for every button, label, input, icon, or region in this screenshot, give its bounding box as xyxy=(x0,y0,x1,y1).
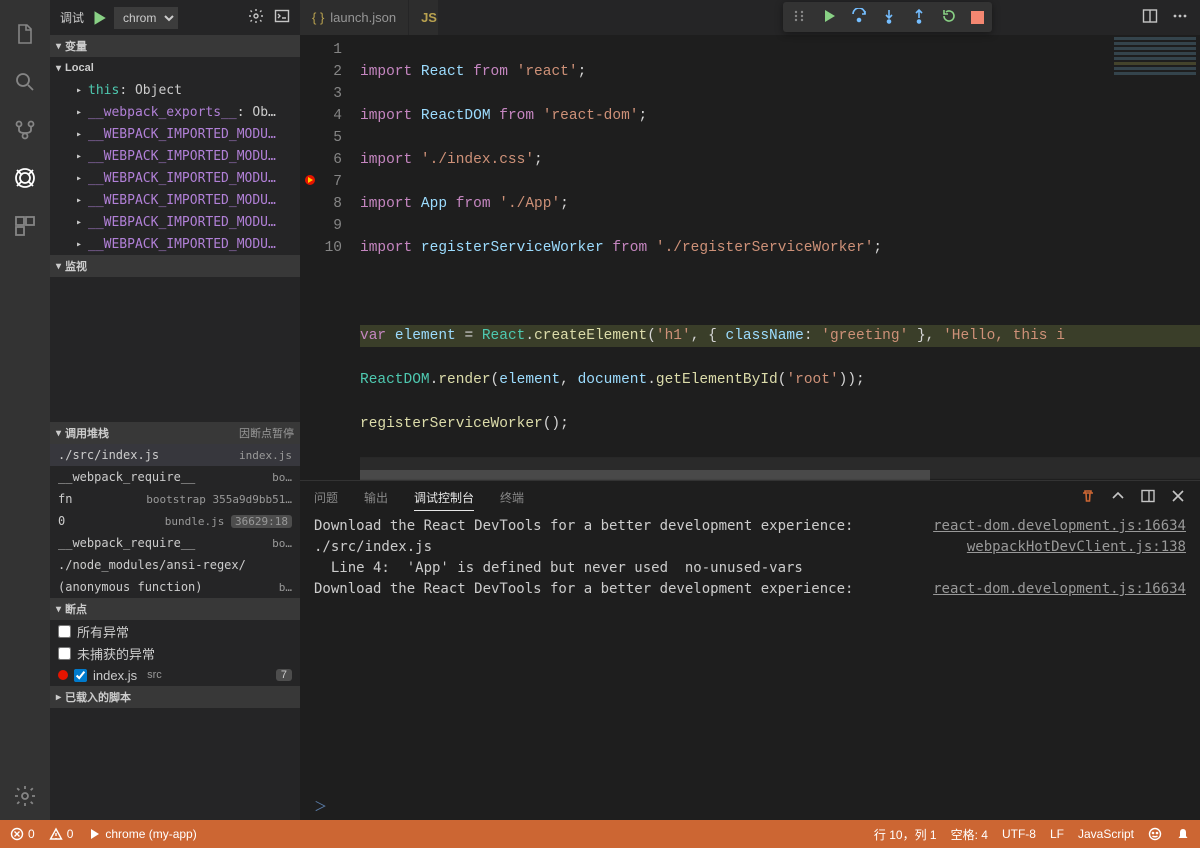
variable-row[interactable]: ▸ __WEBPACK_IMPORTED_MODU… xyxy=(50,123,300,145)
bp-file-checkbox[interactable] xyxy=(74,669,87,682)
status-language[interactable]: JavaScript xyxy=(1078,827,1134,841)
search-icon[interactable] xyxy=(0,58,50,106)
console-message: Line 4: 'App' is defined but never used … xyxy=(314,558,1186,579)
variable-row[interactable]: ▸ __WEBPACK_IMPORTED_MODU… xyxy=(50,189,300,211)
callstack-frame[interactable]: __webpack_require__bo… xyxy=(50,532,300,554)
status-warnings[interactable]: 0 xyxy=(49,827,74,841)
debug-title: 调试 xyxy=(60,9,84,26)
variable-row[interactable]: ▸ __WEBPACK_IMPORTED_MODU… xyxy=(50,145,300,167)
panel-position-icon[interactable] xyxy=(1140,488,1156,507)
callstack-frame[interactable]: (anonymous function)b… xyxy=(50,576,300,598)
callstack-frame[interactable]: __webpack_require__bo… xyxy=(50,466,300,488)
start-debug-button[interactable] xyxy=(90,9,108,27)
variable-row[interactable]: ▸ this: Object xyxy=(50,79,300,101)
breakpoint-dot-icon xyxy=(58,670,68,680)
bell-icon[interactable] xyxy=(1176,827,1190,841)
tab-terminal[interactable]: 终端 xyxy=(500,485,524,510)
bp-file-row[interactable]: index.js src 7 xyxy=(50,664,300,686)
debug-icon[interactable] xyxy=(0,154,50,202)
js-file-icon: JS xyxy=(421,10,437,25)
watch-section-header[interactable]: ▾监视 xyxy=(50,255,300,277)
breakpoints-section-header[interactable]: ▾断点 xyxy=(50,598,300,620)
status-errors[interactable]: 0 xyxy=(10,827,35,841)
source-link[interactable]: webpackHotDevClient.js:138 xyxy=(967,537,1186,558)
continue-button[interactable] xyxy=(821,8,837,27)
close-panel-icon[interactable] xyxy=(1170,488,1186,507)
step-out-button[interactable] xyxy=(911,8,927,27)
tab-index-js[interactable]: JS xyxy=(409,0,439,35)
step-over-button[interactable] xyxy=(851,8,867,27)
explorer-icon[interactable] xyxy=(0,10,50,58)
local-scope-header[interactable]: ▾Local xyxy=(50,57,300,79)
debug-sidebar: 调试 chrom ▾变量 ▾Local ▸ this: Object▸ __we… xyxy=(50,0,300,820)
console-message: Download the React DevTools for a better… xyxy=(314,579,1186,600)
watch-body[interactable] xyxy=(50,277,300,422)
gear-icon[interactable] xyxy=(248,8,264,27)
panel-tabs: 问题 输出 调试控制台 终端 xyxy=(300,481,1200,514)
code-content[interactable]: import React from 'react'; import ReactD… xyxy=(360,35,1200,480)
loaded-scripts-header[interactable]: ▸已载入的脚本 xyxy=(50,686,300,708)
bp-all-exceptions[interactable]: 所有异常 xyxy=(50,620,300,642)
bp-uncaught-exceptions[interactable]: 未捕获的异常 xyxy=(50,642,300,664)
callstack-frame[interactable]: fnbootstrap 355a9d9bb51… xyxy=(50,488,300,510)
debug-console-output[interactable]: Download the React DevTools for a better… xyxy=(300,514,1200,796)
callstack-frame[interactable]: 0bundle.js 36629:18 xyxy=(50,510,300,532)
split-editor-icon[interactable] xyxy=(1142,8,1158,27)
console-message: Download the React DevTools for a better… xyxy=(314,516,1186,537)
feedback-icon[interactable] xyxy=(1148,827,1162,841)
tab-launch-json[interactable]: { } launch.json xyxy=(300,0,409,35)
status-eol[interactable]: LF xyxy=(1050,827,1064,841)
variable-row[interactable]: ▸ __WEBPACK_IMPORTED_MODU… xyxy=(50,167,300,189)
collapse-icon[interactable] xyxy=(1110,488,1126,507)
drag-handle-icon[interactable] xyxy=(791,8,807,27)
callstack-list: ./src/index.jsindex.js__webpack_require_… xyxy=(50,444,300,598)
console-message: ./src/index.jswebpackHotDevClient.js:138 xyxy=(314,537,1186,558)
more-icon[interactable] xyxy=(1172,8,1188,27)
restart-button[interactable] xyxy=(941,8,957,27)
editor-group: { } launch.json JS xyxy=(300,0,1200,820)
status-bar: 0 0 chrome (my-app) 行 10，列 1 空格: 4 UTF-8… xyxy=(0,820,1200,848)
callstack-section-header[interactable]: ▾调用堆栈 因断点暂停 xyxy=(50,422,300,444)
breakpoint-glyph-icon[interactable] xyxy=(304,174,316,186)
activity-bar xyxy=(0,0,50,820)
step-into-button[interactable] xyxy=(881,8,897,27)
variable-row[interactable]: ▸ __webpack_exports__: Ob… xyxy=(50,101,300,123)
line-numbers: 12345678910 xyxy=(300,35,360,480)
bp-uncaught-checkbox[interactable] xyxy=(58,647,71,660)
code-editor[interactable]: 12345678910 import React from 'react'; i… xyxy=(300,35,1200,480)
variable-row[interactable]: ▸ __WEBPACK_IMPORTED_MODU… xyxy=(50,233,300,255)
callstack-frame[interactable]: ./node_modules/ansi-regex/ xyxy=(50,554,300,576)
debug-config-select[interactable]: chrom xyxy=(114,7,178,29)
stop-button[interactable] xyxy=(971,11,984,24)
variables-tree: ▸ this: Object▸ __webpack_exports__: Ob…… xyxy=(50,79,300,255)
bottom-panel: 问题 输出 调试控制台 终端 Download the React DevToo… xyxy=(300,480,1200,820)
console-icon[interactable] xyxy=(274,8,290,27)
callstack-frame[interactable]: ./src/index.jsindex.js xyxy=(50,444,300,466)
bp-line-badge: 7 xyxy=(276,669,292,681)
clear-console-icon[interactable] xyxy=(1080,488,1096,507)
bp-all-ex-checkbox[interactable] xyxy=(58,625,71,638)
status-debug-target[interactable]: chrome (my-app) xyxy=(87,827,196,841)
horizontal-scrollbar[interactable] xyxy=(360,470,1200,480)
status-indent[interactable]: 空格: 4 xyxy=(951,826,988,843)
extensions-icon[interactable] xyxy=(0,202,50,250)
status-encoding[interactable]: UTF-8 xyxy=(1002,827,1036,841)
source-link[interactable]: react-dom.development.js:16634 xyxy=(933,579,1186,600)
tab-debug-console[interactable]: 调试控制台 xyxy=(414,485,474,511)
minimap[interactable] xyxy=(1110,35,1200,85)
scm-icon[interactable] xyxy=(0,106,50,154)
tab-output[interactable]: 输出 xyxy=(364,485,388,510)
debug-console-input[interactable]: ＞ xyxy=(300,796,1200,820)
status-line-col[interactable]: 行 10，列 1 xyxy=(874,826,937,843)
variable-row[interactable]: ▸ __WEBPACK_IMPORTED_MODU… xyxy=(50,211,300,233)
variables-section-header[interactable]: ▾变量 xyxy=(50,35,300,57)
editor-tabs: { } launch.json JS xyxy=(300,0,1200,35)
settings-gear-icon[interactable] xyxy=(0,772,50,820)
debug-toolbar[interactable] xyxy=(783,2,992,32)
tab-problems[interactable]: 问题 xyxy=(314,485,338,510)
source-link[interactable]: react-dom.development.js:16634 xyxy=(933,516,1186,537)
debug-header: 调试 chrom xyxy=(50,0,300,35)
